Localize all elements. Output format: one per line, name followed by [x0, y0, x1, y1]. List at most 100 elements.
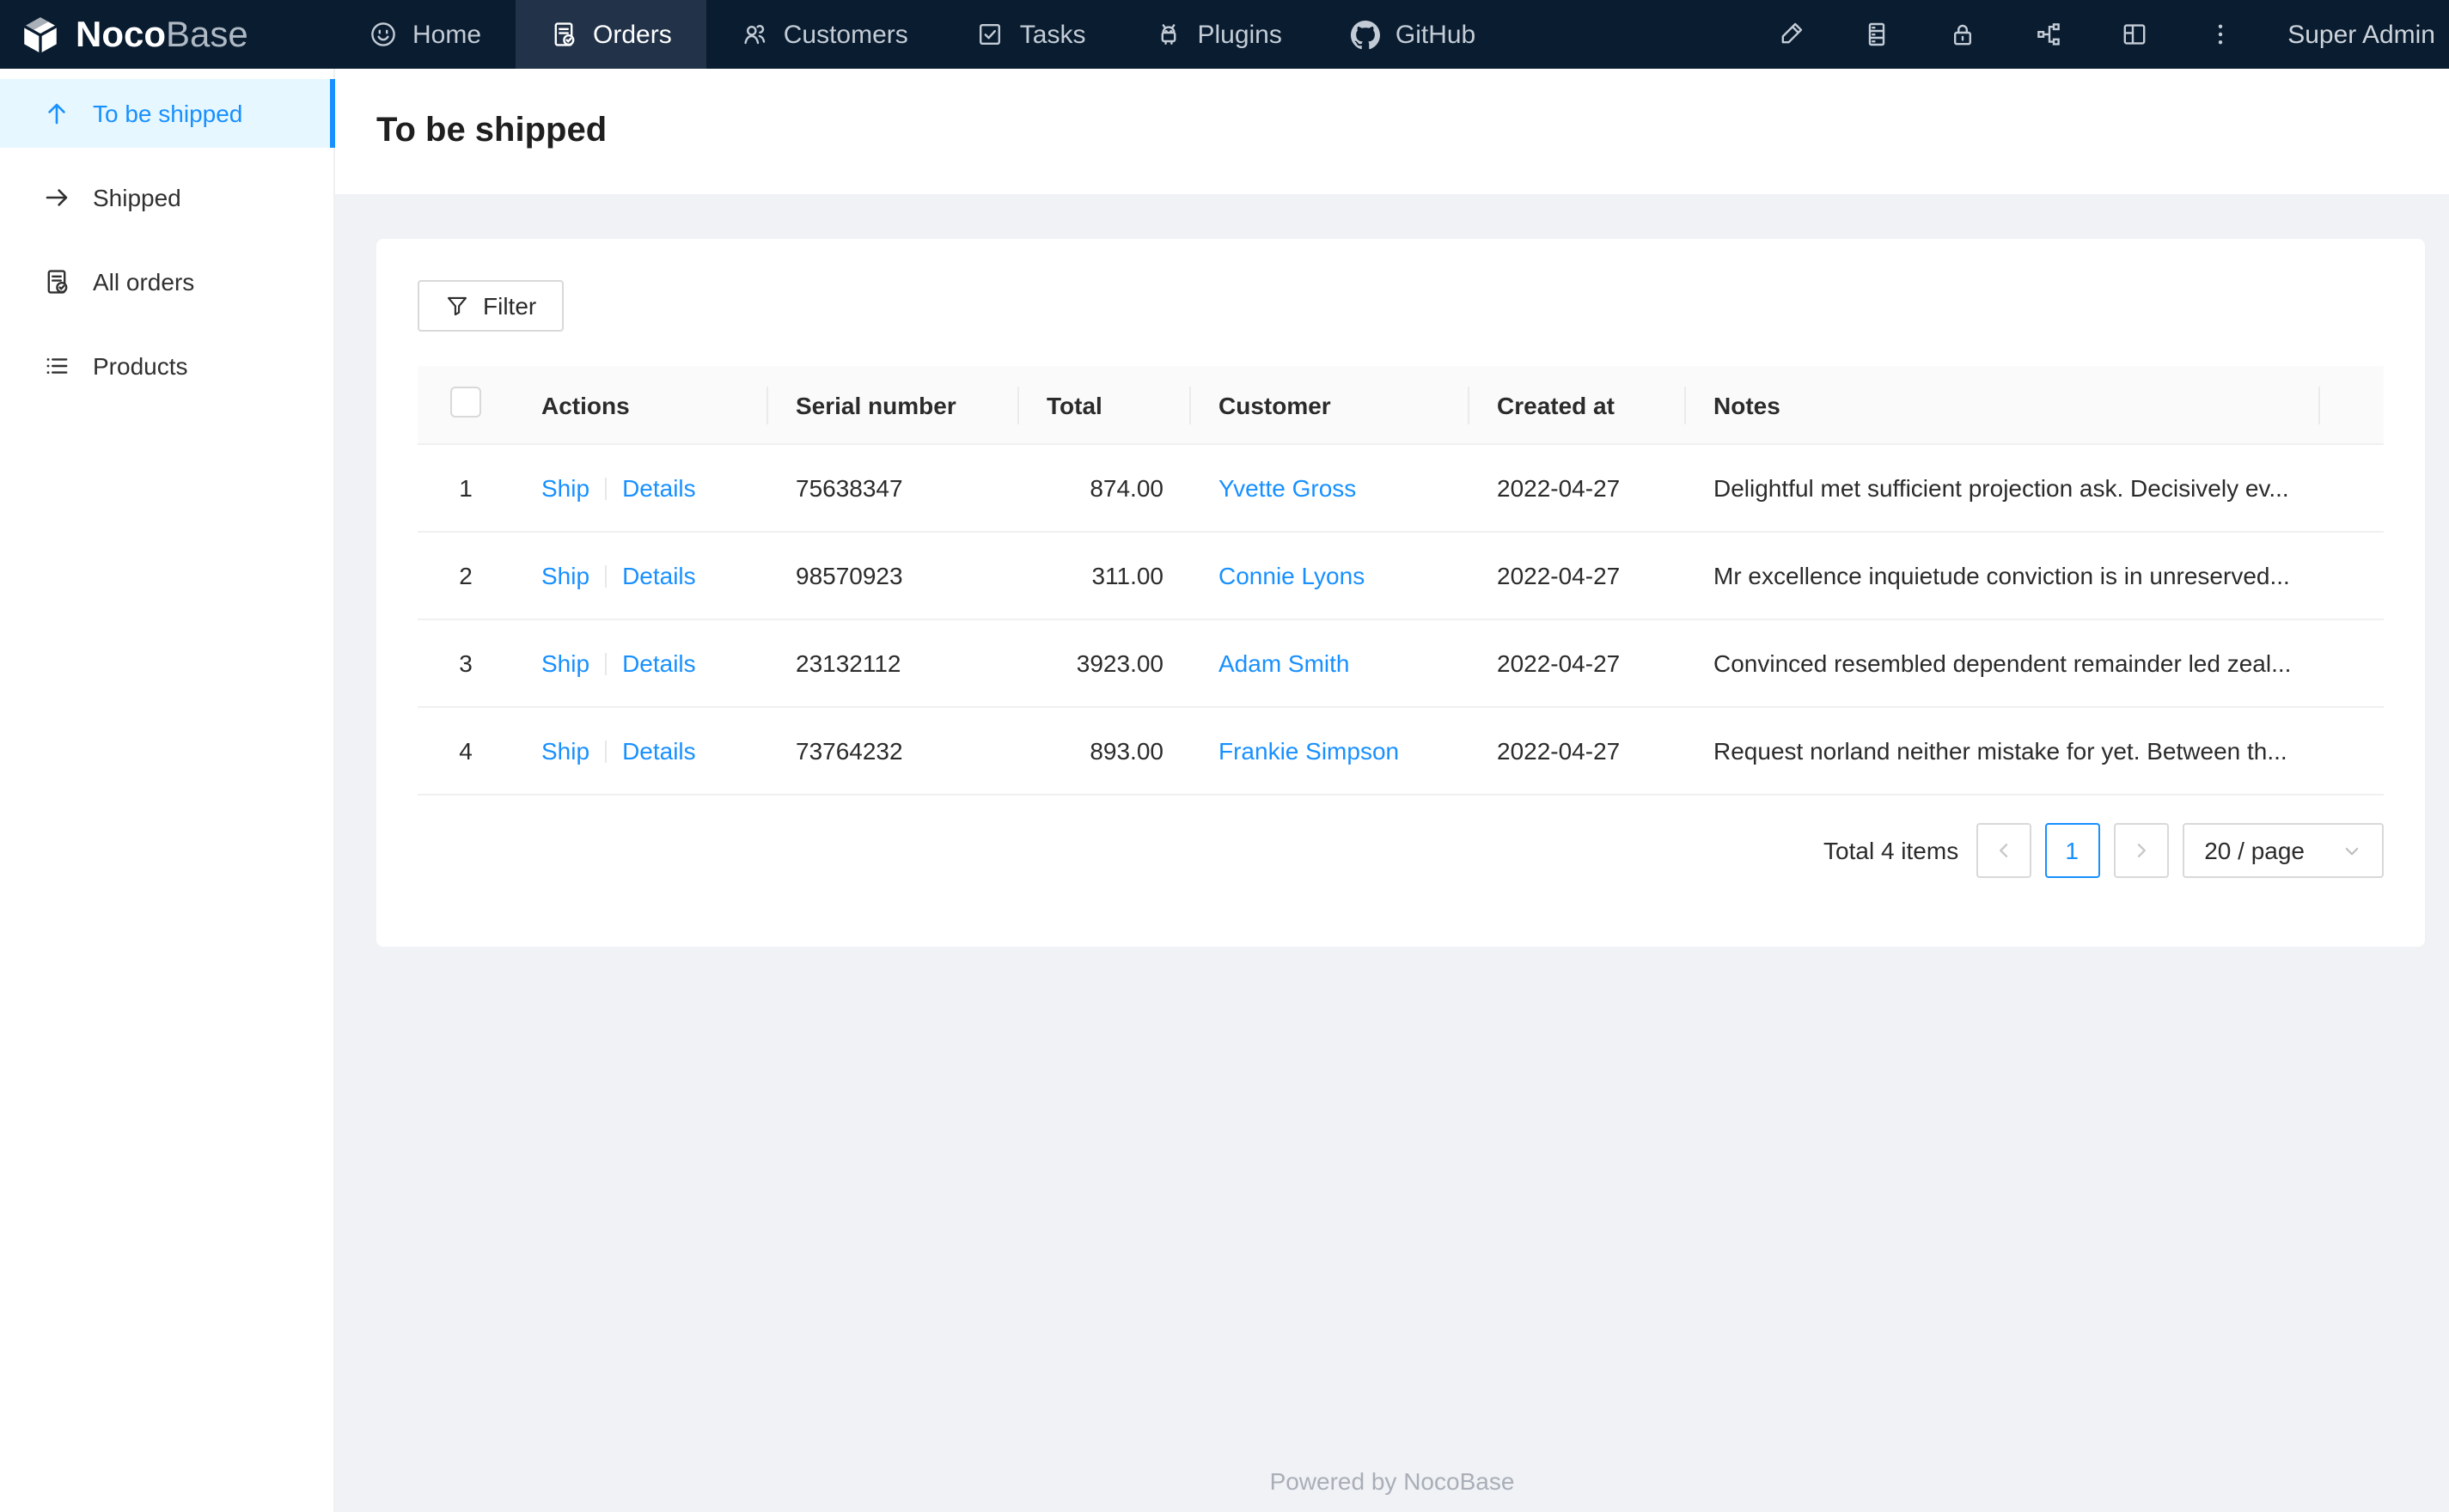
table-row: 3 Ship Details 23132112 3923.00 Adam Smit…: [418, 619, 2384, 708]
app-window: NocoBase Home Orders Customers Tasks Plu…: [0, 0, 2449, 1512]
created-at-cell: 2022-04-27: [1469, 707, 1686, 796]
table-header-row: Actions Serial number Total Customer Cre…: [418, 366, 2384, 445]
filler-cell: [2320, 444, 2384, 533]
serial-number-cell: 98570923: [768, 532, 1019, 620]
filler-cell: [2320, 619, 2384, 708]
sidebar-item-label: Shipped: [93, 184, 181, 211]
pagination-next-button[interactable]: [2113, 823, 2169, 878]
serial-number-cell: 75638347: [768, 444, 1019, 533]
top-navbar: NocoBase Home Orders Customers Tasks Plu…: [0, 0, 2449, 69]
database-icon[interactable]: [1834, 0, 1920, 69]
nav-actions: Super Admin: [1748, 0, 2449, 69]
total-cell: 874.00: [1019, 444, 1191, 533]
ship-link[interactable]: Ship: [541, 474, 589, 502]
page-size-value: 20 / page: [2204, 837, 2305, 864]
logo-text: NocoBase: [76, 15, 248, 54]
lock-icon[interactable]: [1920, 0, 2006, 69]
customer-link[interactable]: Connie Lyons: [1218, 562, 1365, 589]
nav-item-customers[interactable]: Customers: [706, 0, 943, 69]
notes-cell: Mr excellence inquietude conviction is i…: [1686, 532, 2320, 620]
pagination-total: Total 4 items: [1823, 837, 1959, 864]
customer-link[interactable]: Yvette Gross: [1218, 474, 1356, 502]
file-done-icon: [43, 268, 70, 296]
column-header-total: Total: [1019, 366, 1191, 445]
notes-cell: Delightful met sufficient projection ask…: [1686, 444, 2320, 533]
nav-item-plugins[interactable]: Plugins: [1120, 0, 1316, 69]
filter-icon: [445, 294, 469, 318]
notes-cell: Convinced resembled dependent remainder …: [1686, 619, 2320, 708]
top-nav-menu: Home Orders Customers Tasks Plugins GitH…: [335, 0, 1510, 69]
user-menu[interactable]: Super Admin: [2263, 20, 2449, 49]
column-header-actions: Actions: [514, 366, 768, 445]
details-link[interactable]: Details: [622, 474, 696, 502]
unordered-list-icon: [43, 352, 70, 380]
serial-number-cell: 23132112: [768, 619, 1019, 708]
content-area: Filter Actions Serial number Total Custo…: [335, 194, 2449, 1512]
column-header-created-at: Created at: [1469, 366, 1686, 445]
total-cell: 893.00: [1019, 707, 1191, 796]
customer-cell: Yvette Gross: [1191, 444, 1469, 533]
nav-item-orders[interactable]: Orders: [516, 0, 706, 69]
page-title: To be shipped: [376, 112, 608, 149]
filler-cell: [2320, 707, 2384, 796]
nocobase-logo[interactable]: NocoBase: [0, 13, 335, 56]
nav-item-tasks[interactable]: Tasks: [943, 0, 1121, 69]
ship-link[interactable]: Ship: [541, 737, 589, 765]
notes-cell: Request norland neither mistake for yet.…: [1686, 707, 2320, 796]
sidebar-item-label: To be shipped: [93, 100, 243, 127]
sidebar-item-products[interactable]: Products: [0, 332, 333, 400]
row-actions: Ship Details: [514, 619, 768, 708]
action-divider: [605, 741, 608, 763]
nav-item-home[interactable]: Home: [335, 0, 516, 69]
created-at-cell: 2022-04-27: [1469, 444, 1686, 533]
select-all-header: [418, 366, 514, 445]
page-size-select[interactable]: 20 / page: [2182, 823, 2384, 878]
sidebar-item-to-be-shipped[interactable]: To be shipped: [0, 79, 335, 148]
total-cell: 311.00: [1019, 532, 1191, 620]
pagination-page-1[interactable]: 1: [2044, 823, 2100, 878]
row-index: 4: [418, 707, 514, 796]
row-actions: Ship Details: [514, 532, 768, 620]
customer-link[interactable]: Frankie Simpson: [1218, 737, 1399, 765]
details-link[interactable]: Details: [622, 649, 696, 677]
sidebar-item-shipped[interactable]: Shipped: [0, 163, 333, 232]
apartment-icon[interactable]: [2006, 0, 2092, 69]
nav-item-label: GitHub: [1395, 20, 1476, 49]
sidebar-item-label: All orders: [93, 268, 195, 296]
nav-item-label: Home: [412, 20, 482, 49]
ship-link[interactable]: Ship: [541, 562, 589, 589]
nocobase-cube-icon: [19, 13, 62, 56]
table-body: 1 Ship Details 75638347 874.00 Yvette Gro…: [418, 444, 2384, 796]
layout-icon[interactable]: [2092, 0, 2177, 69]
nav-item-github[interactable]: GitHub: [1316, 0, 1510, 69]
customer-link[interactable]: Adam Smith: [1218, 649, 1350, 677]
total-cell: 3923.00: [1019, 619, 1191, 708]
page-header: To be shipped: [335, 69, 2449, 194]
sidebar-item-all-orders[interactable]: All orders: [0, 247, 333, 316]
ellipsis-vertical-icon[interactable]: [2177, 0, 2263, 69]
serial-number-cell: 73764232: [768, 707, 1019, 796]
smile-icon: [369, 21, 397, 48]
pagination-prev-button[interactable]: [1976, 823, 2031, 878]
pagination: Total 4 items 1 20 / page: [418, 823, 2384, 878]
highlighter-icon[interactable]: [1748, 0, 1834, 69]
ship-link[interactable]: Ship: [541, 649, 589, 677]
select-all-checkbox[interactable]: [450, 387, 481, 418]
column-header-filler: [2320, 366, 2384, 445]
filter-button[interactable]: Filter: [418, 280, 565, 332]
row-actions: Ship Details: [514, 707, 768, 796]
arrow-right-icon: [43, 184, 70, 211]
sidebar-item-label: Products: [93, 352, 188, 380]
row-actions: Ship Details: [514, 444, 768, 533]
nav-item-label: Orders: [593, 20, 672, 49]
chevron-left-icon: [1993, 840, 2013, 861]
row-index: 3: [418, 619, 514, 708]
details-link[interactable]: Details: [622, 737, 696, 765]
column-header-notes: Notes: [1686, 366, 2320, 445]
customer-cell: Adam Smith: [1191, 619, 1469, 708]
team-icon: [741, 21, 768, 48]
details-link[interactable]: Details: [622, 562, 696, 589]
filter-button-label: Filter: [483, 292, 537, 320]
table-row: 2 Ship Details 98570923 311.00 Connie Lyo…: [418, 532, 2384, 620]
action-divider: [605, 565, 608, 588]
